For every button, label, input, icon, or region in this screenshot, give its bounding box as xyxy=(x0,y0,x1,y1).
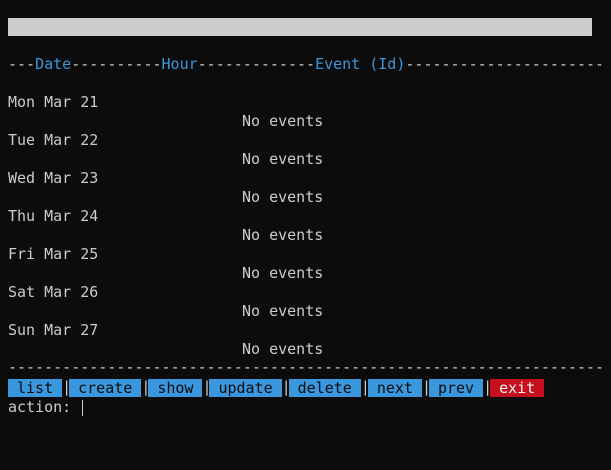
text-cursor xyxy=(82,399,84,416)
table-header: ---Date----------Hour-------------Event … xyxy=(8,55,604,74)
header-event: Event (Id) xyxy=(315,55,406,73)
header-dash-1: ---------- xyxy=(71,55,162,73)
day-row: Wed Mar 23 No events xyxy=(0,150,611,206)
day-row: Sat Mar 26 No events xyxy=(0,264,611,320)
day-row: Fri Mar 25 No events xyxy=(0,226,611,282)
menu-divider: | xyxy=(62,378,72,396)
day-row: Thu Mar 24 No events xyxy=(0,188,611,244)
action-menu: list | create | show | update | delete |… xyxy=(8,378,545,397)
header-dash-3: ---------------------- xyxy=(405,55,605,73)
day-date: Sun Mar 27 xyxy=(8,321,99,339)
day-date: Thu Mar 24 xyxy=(8,207,99,225)
header-prefix: --- xyxy=(8,55,36,73)
action-prompt[interactable]: action: xyxy=(8,398,84,417)
prev-button[interactable]: prev xyxy=(428,379,484,397)
menu-divider: | xyxy=(360,378,370,396)
day-event: No events xyxy=(242,340,324,358)
day-row: Tue Mar 22 No events xyxy=(0,112,611,168)
header-dash-2: ------------- xyxy=(197,55,316,73)
list-button[interactable]: list xyxy=(8,379,63,397)
prompt-label: action: xyxy=(8,398,72,416)
menu-divider: | xyxy=(202,378,212,396)
header-hour: Hour xyxy=(161,55,198,73)
menu-divider: | xyxy=(483,378,493,396)
day-date: Fri Mar 25 xyxy=(8,245,99,263)
app-title: Welcome to CalenCLI xyxy=(223,36,395,54)
bottom-separator: ----------------------------------------… xyxy=(8,358,604,376)
day-date: Sat Mar 26 xyxy=(8,283,99,301)
update-button[interactable]: update xyxy=(209,379,282,397)
day-row: Sun Mar 27 No events xyxy=(0,302,611,358)
exit-button[interactable]: exit xyxy=(490,379,545,397)
delete-button[interactable]: delete xyxy=(288,379,361,397)
day-date: Mon Mar 21 xyxy=(8,93,99,111)
app-title-bar: Welcome to CalenCLI xyxy=(8,18,592,54)
show-button[interactable]: show xyxy=(148,379,203,397)
menu-divider: | xyxy=(281,378,291,396)
day-row: Mon Mar 21 No events xyxy=(0,74,611,130)
menu-divider: | xyxy=(421,378,431,396)
day-date: Wed Mar 23 xyxy=(8,169,99,187)
menu-divider: | xyxy=(141,378,151,396)
day-date: Tue Mar 22 xyxy=(8,131,99,149)
create-button[interactable]: create xyxy=(69,379,142,397)
header-date: Date xyxy=(35,55,72,73)
next-button[interactable]: next xyxy=(367,379,422,397)
